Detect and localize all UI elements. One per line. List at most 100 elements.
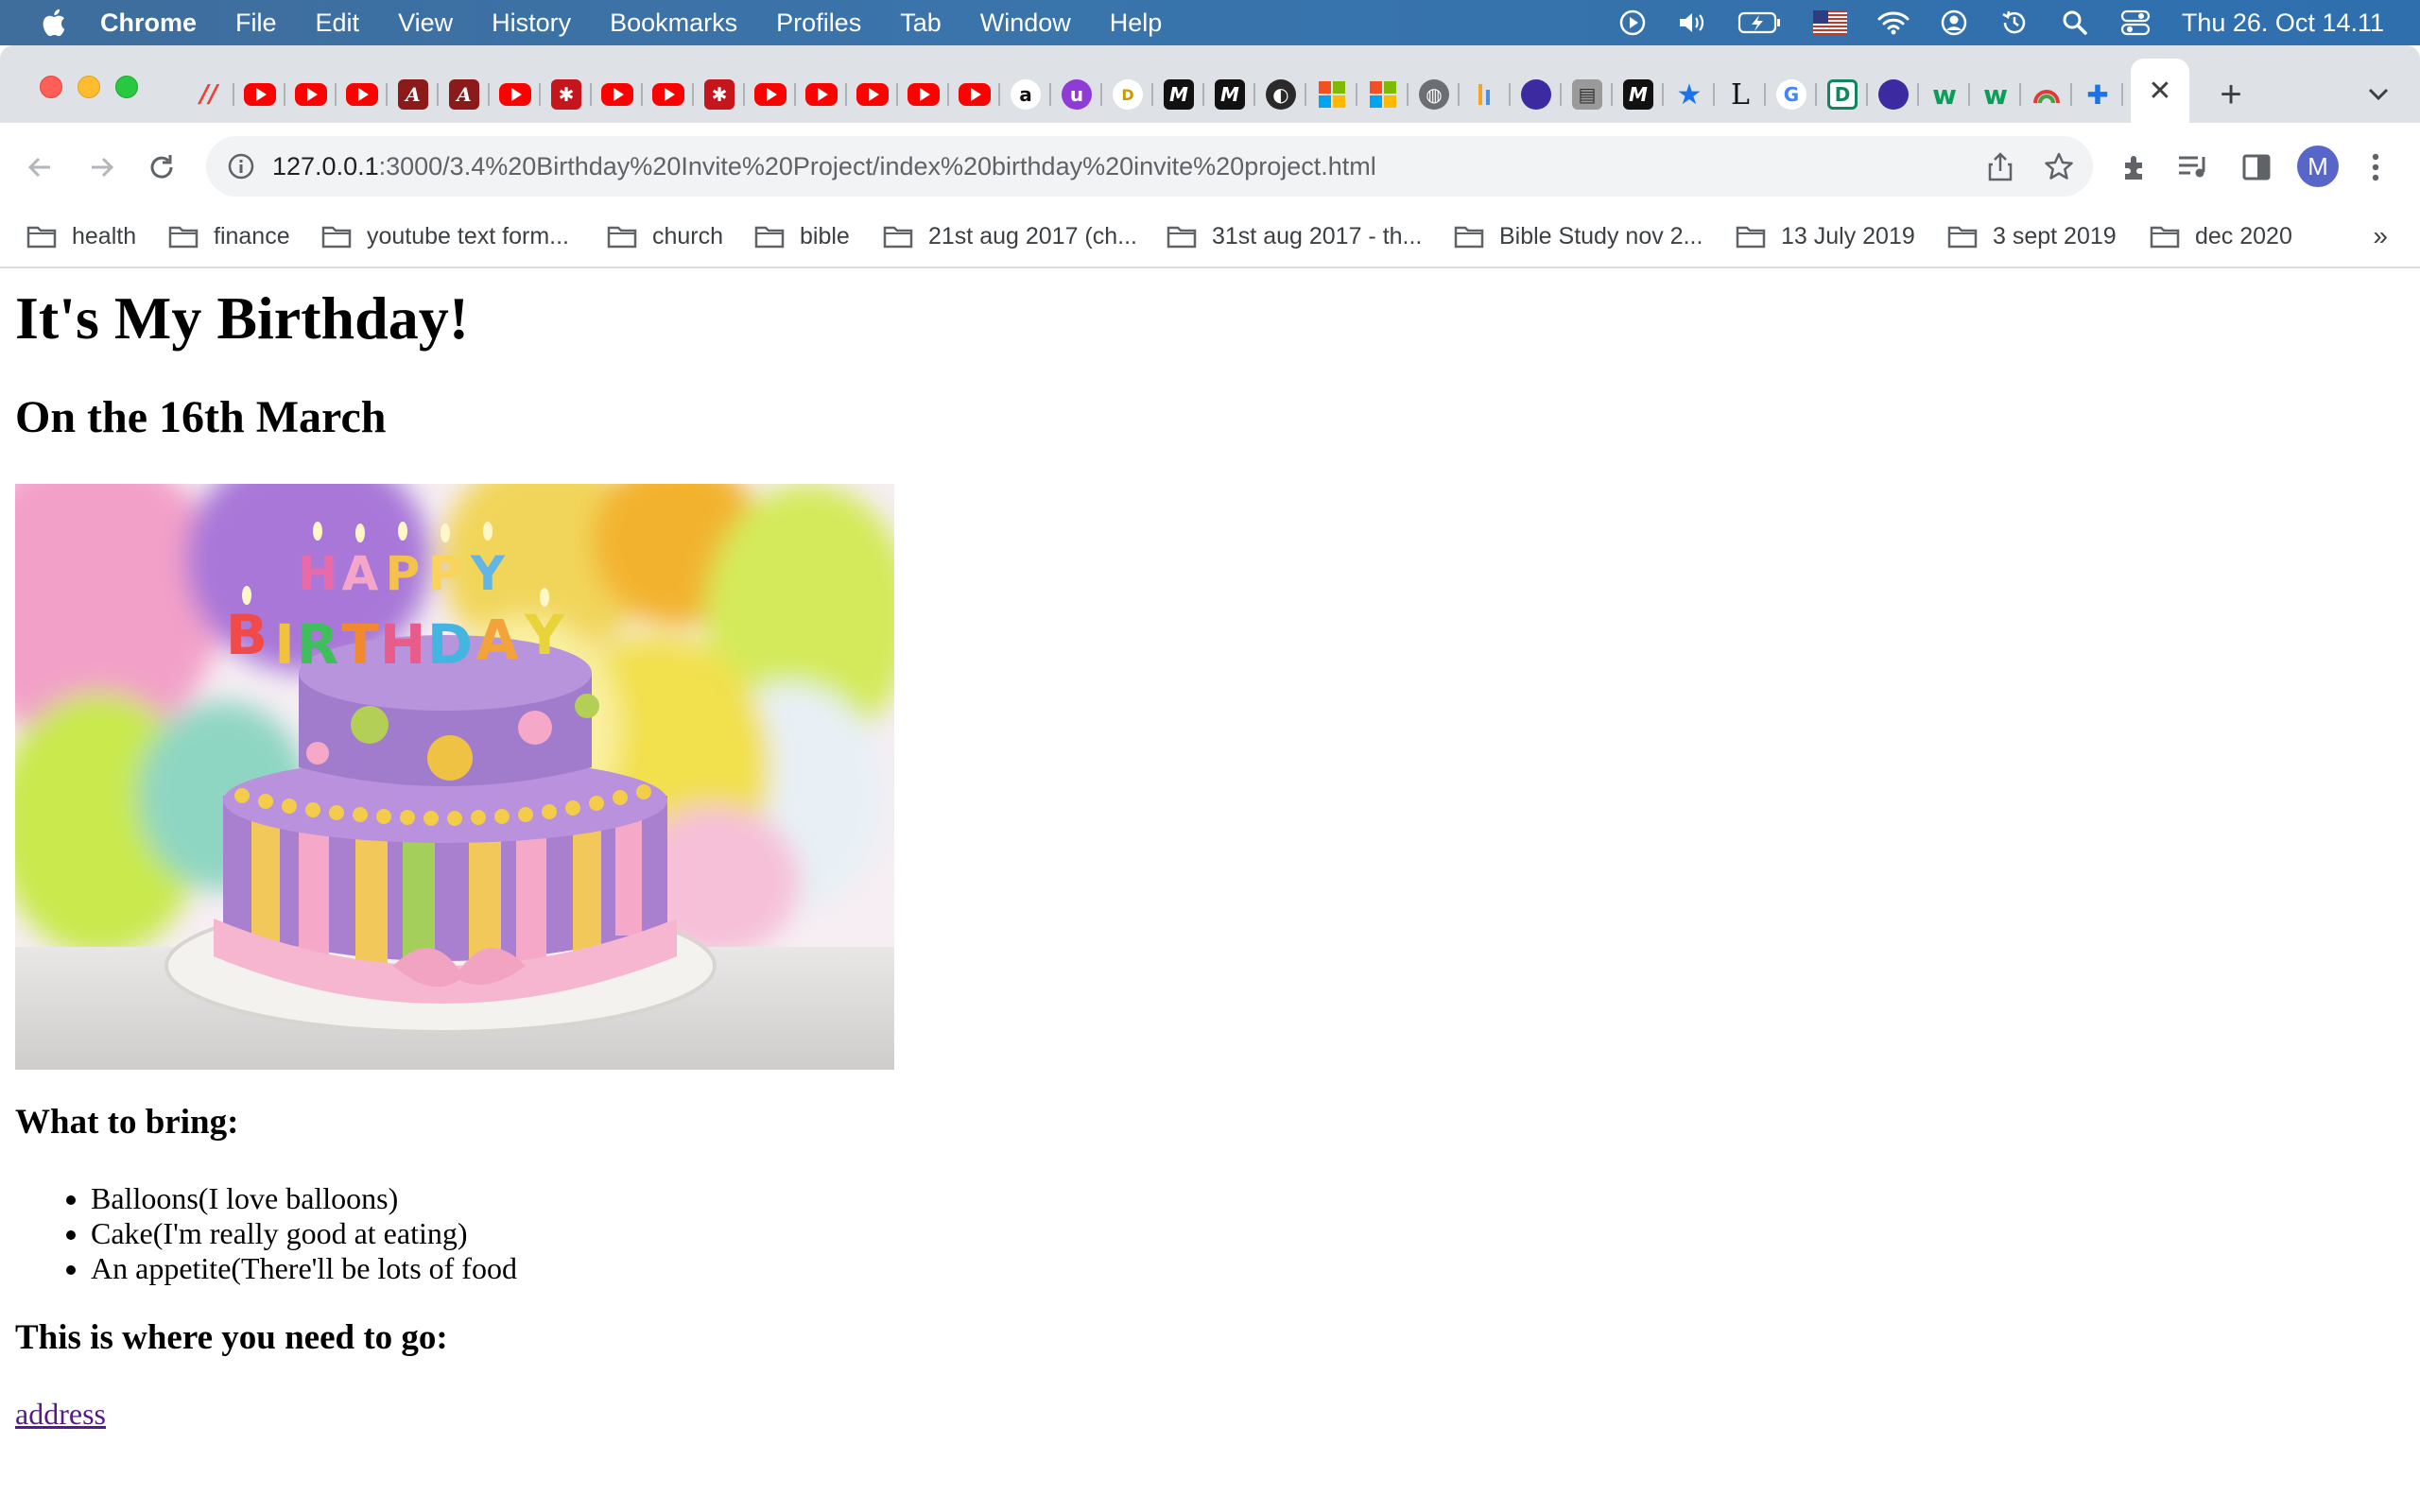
- bookmark-label: finance: [214, 222, 290, 249]
- forward-button[interactable]: [78, 144, 125, 191]
- wifi-icon[interactable]: [1877, 7, 1910, 39]
- side-panel-icon[interactable]: [2238, 149, 2274, 185]
- play-icon[interactable]: [1616, 7, 1649, 39]
- bookmark-folder[interactable]: youtube text form...: [321, 217, 569, 255]
- volume-icon[interactable]: [1677, 7, 1709, 39]
- tab-search-button[interactable]: [2360, 76, 2397, 113]
- tab[interactable]: [1357, 77, 1409, 112]
- tab[interactable]: ▤: [1562, 77, 1613, 112]
- folder-icon: [1167, 226, 1197, 249]
- bookmark-folder[interactable]: 3 sept 2019: [1947, 217, 2117, 255]
- tab[interactable]: u: [1051, 77, 1102, 112]
- user-icon[interactable]: [1938, 7, 1970, 39]
- reload-button[interactable]: [138, 144, 185, 191]
- tab[interactable]: [1306, 77, 1357, 112]
- tab[interactable]: ✚: [2072, 77, 2123, 112]
- tab[interactable]: w: [1919, 77, 1970, 112]
- folder-icon: [168, 226, 199, 249]
- tab[interactable]: w: [1970, 77, 2021, 112]
- menu-file[interactable]: File: [235, 9, 277, 38]
- url-text[interactable]: 127.0.0.1:3000/3.4%20Birthday%20Invite%2…: [272, 152, 1376, 181]
- tab[interactable]: [1868, 77, 1919, 112]
- spotlight-icon[interactable]: [2059, 7, 2091, 39]
- bookmarks-overflow-button[interactable]: »: [2373, 221, 2388, 251]
- chrome-menu-icon[interactable]: [2358, 149, 2394, 185]
- bookmark-folder[interactable]: 13 July 2019: [1736, 217, 1915, 255]
- bookmark-folder[interactable]: dec 2020: [2150, 217, 2292, 255]
- tab[interactable]: [1511, 77, 1562, 112]
- amazon-favicon-icon: a: [1011, 79, 1041, 110]
- tab[interactable]: ◍: [1409, 77, 1460, 112]
- window-minimize-button[interactable]: [78, 76, 100, 98]
- tab[interactable]: [949, 77, 1000, 112]
- bookmark-folder[interactable]: 31st aug 2017 - th...: [1167, 217, 1422, 255]
- site-info-icon[interactable]: [227, 152, 255, 180]
- tab[interactable]: ✱: [541, 77, 592, 112]
- back-button[interactable]: [17, 144, 64, 191]
- tab[interactable]: a: [1000, 77, 1051, 112]
- tab[interactable]: [796, 77, 847, 112]
- svg-text:P: P: [386, 546, 421, 601]
- tab[interactable]: [898, 77, 949, 112]
- window-zoom-button[interactable]: [115, 76, 138, 98]
- profile-avatar[interactable]: M: [2297, 146, 2339, 187]
- menu-bookmarks[interactable]: Bookmarks: [610, 9, 737, 38]
- time-machine-icon[interactable]: [1998, 7, 2031, 39]
- bookmark-folder[interactable]: finance: [168, 217, 290, 255]
- close-tab-icon[interactable]: ✕: [2148, 75, 2171, 108]
- tab[interactable]: [643, 77, 694, 112]
- us-flag-icon[interactable]: [1811, 7, 1849, 39]
- tab[interactable]: [490, 77, 541, 112]
- bookmark-folder[interactable]: bible: [754, 217, 850, 255]
- battery-icon[interactable]: [1737, 7, 1783, 39]
- tab[interactable]: [592, 77, 643, 112]
- bookmark-star-icon[interactable]: [2044, 151, 2074, 181]
- address-bar[interactable]: 127.0.0.1:3000/3.4%20Birthday%20Invite%2…: [206, 136, 2093, 197]
- tab[interactable]: L: [1715, 77, 1766, 112]
- extensions-icon[interactable]: [2118, 149, 2153, 185]
- bookmark-folder[interactable]: Bible Study nov 2...: [1454, 217, 1703, 255]
- new-tab-button[interactable]: +: [2212, 73, 2250, 115]
- tab[interactable]: ★: [1664, 77, 1715, 112]
- plus-icon: +: [2220, 73, 2242, 115]
- tab[interactable]: A: [388, 77, 439, 112]
- menu-view[interactable]: View: [398, 9, 453, 38]
- tab[interactable]: D: [1102, 77, 1153, 112]
- tab[interactable]: A: [439, 77, 490, 112]
- bookmark-folder[interactable]: church: [607, 217, 723, 255]
- tab[interactable]: //: [183, 77, 234, 112]
- menu-app-name[interactable]: Chrome: [100, 9, 197, 38]
- address-link[interactable]: address: [15, 1397, 106, 1432]
- tab[interactable]: M: [1153, 77, 1204, 112]
- tab[interactable]: [337, 77, 388, 112]
- menu-help[interactable]: Help: [1110, 9, 1163, 38]
- tab[interactable]: [285, 77, 337, 112]
- menubar-clock[interactable]: Thu 26. Oct 14.11: [2182, 9, 2384, 38]
- tab[interactable]: [234, 77, 285, 112]
- active-tab[interactable]: ✕: [2131, 59, 2189, 123]
- menu-edit[interactable]: Edit: [316, 9, 360, 38]
- share-icon[interactable]: [1985, 151, 2015, 181]
- bookmark-folder[interactable]: 21st aug 2017 (ch...: [883, 217, 1137, 255]
- bookmark-folder[interactable]: health: [26, 217, 136, 255]
- media-control-icon[interactable]: [2176, 149, 2212, 185]
- tab[interactable]: [847, 77, 898, 112]
- apple-icon[interactable]: [36, 6, 70, 40]
- web-page-content: It's My Birthday! On the 16th March B I …: [0, 270, 2420, 1512]
- tab[interactable]: G: [1766, 77, 1817, 112]
- tab[interactable]: M: [1613, 77, 1664, 112]
- menu-history[interactable]: History: [492, 9, 571, 38]
- window-close-button[interactable]: [40, 76, 62, 98]
- folder-icon: [1736, 226, 1766, 249]
- tab[interactable]: [1460, 77, 1511, 112]
- tab[interactable]: ◐: [1255, 77, 1306, 112]
- tab[interactable]: [2021, 77, 2072, 112]
- menu-window[interactable]: Window: [980, 9, 1071, 38]
- menu-tab[interactable]: Tab: [900, 9, 942, 38]
- tab[interactable]: ✱: [694, 77, 745, 112]
- tab[interactable]: D: [1817, 77, 1868, 112]
- menu-profiles[interactable]: Profiles: [776, 9, 861, 38]
- tab[interactable]: [745, 77, 796, 112]
- tab[interactable]: M: [1204, 77, 1255, 112]
- control-center-icon[interactable]: [2119, 7, 2152, 39]
